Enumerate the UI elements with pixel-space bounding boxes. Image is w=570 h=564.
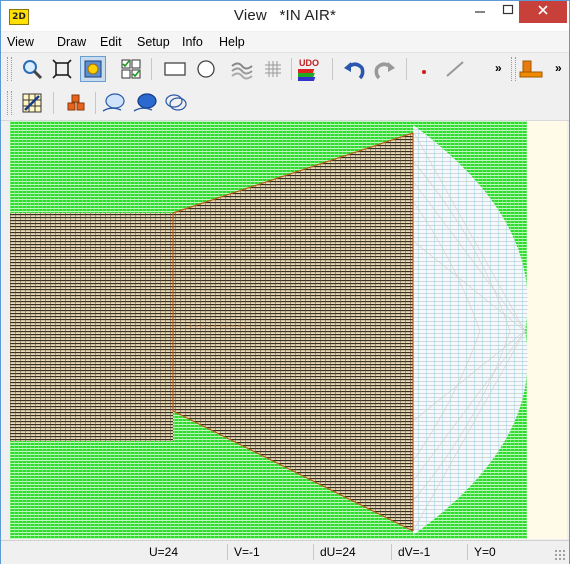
udo-icon: UDO xyxy=(298,58,319,81)
circle-icon xyxy=(197,60,215,78)
checklist-button[interactable] xyxy=(118,56,144,82)
point-button[interactable] xyxy=(411,56,437,82)
main-window: 2D View *IN AIR* View Draw Edit Setup In… xyxy=(0,0,570,564)
status-y: Y=0 xyxy=(467,544,496,560)
undo-icon xyxy=(344,62,365,80)
toolbar-grip[interactable] xyxy=(511,57,516,81)
grid-button[interactable] xyxy=(260,56,286,82)
main-toolbar: UDO » » xyxy=(1,53,569,86)
surface-icon xyxy=(231,62,253,80)
line-button[interactable] xyxy=(442,56,468,82)
zoom-icon xyxy=(23,60,43,80)
menu-draw[interactable]: Draw xyxy=(57,35,86,49)
band-region xyxy=(10,213,173,441)
window-title-mode: *IN AIR* xyxy=(279,7,337,24)
menu-edit[interactable]: Edit xyxy=(100,35,122,49)
window-title-view: View xyxy=(233,7,267,24)
mesh-edit-button[interactable] xyxy=(19,90,45,116)
minimize-icon xyxy=(474,11,485,13)
menu-info[interactable]: Info xyxy=(182,35,203,49)
stack-button[interactable] xyxy=(518,56,544,82)
status-bar: U=24 V=-1 dU=24 dV=-1 Y=0 xyxy=(1,540,569,564)
fit-view-button[interactable] xyxy=(49,56,75,82)
ellipse-overlap-icon xyxy=(165,94,187,111)
resize-grip[interactable] xyxy=(554,549,566,561)
title-bar: 2D View *IN AIR* xyxy=(1,1,569,31)
ellipse-double-button[interactable] xyxy=(132,90,158,116)
toolbar-grip[interactable] xyxy=(7,91,12,115)
maximize-button[interactable] xyxy=(494,1,521,23)
toolbar-separator xyxy=(95,92,96,114)
ellipse-single-icon xyxy=(102,93,125,112)
status-u: U=24 xyxy=(149,545,179,559)
toolbar-overflow[interactable]: » xyxy=(495,61,502,75)
rectangle-icon xyxy=(164,62,186,76)
svg-text:UDO: UDO xyxy=(299,58,319,68)
cubes-icon xyxy=(67,94,85,111)
status-v: V=-1 xyxy=(227,544,260,560)
line-icon xyxy=(446,61,464,77)
drawing-canvas[interactable] xyxy=(10,121,567,539)
close-button[interactable] xyxy=(519,1,567,23)
redo-button[interactable] xyxy=(372,56,398,82)
checklist-icon xyxy=(121,59,141,79)
fit-view-icon xyxy=(52,59,72,79)
rectangle-button[interactable] xyxy=(162,56,188,82)
mesh-edit-icon xyxy=(22,93,42,113)
ellipse-overlap-button[interactable] xyxy=(163,90,189,116)
highlight-icon xyxy=(84,60,102,78)
menu-setup[interactable]: Setup xyxy=(137,35,170,49)
mesh-view[interactable] xyxy=(10,121,567,539)
udo-button[interactable]: UDO xyxy=(298,56,324,82)
secondary-toolbar xyxy=(1,87,569,121)
menu-help[interactable]: Help xyxy=(219,35,245,49)
ellipse-double-icon xyxy=(133,93,157,112)
stack-icon xyxy=(519,60,543,78)
toolbar-separator xyxy=(332,58,333,80)
highlight-button[interactable] xyxy=(80,56,106,82)
redo-icon xyxy=(374,62,395,80)
toolbar-separator xyxy=(53,92,54,114)
toolbar-separator xyxy=(151,58,152,80)
menu-view[interactable]: View xyxy=(7,35,34,49)
grid-icon xyxy=(265,61,281,77)
maximize-icon xyxy=(502,4,513,15)
circle-button[interactable] xyxy=(193,56,219,82)
surface-button[interactable] xyxy=(229,56,255,82)
status-du: dU=24 xyxy=(313,544,356,560)
zoom-button[interactable] xyxy=(19,56,45,82)
toolbar-separator xyxy=(291,58,292,80)
point-icon xyxy=(422,70,426,74)
minimize-button[interactable] xyxy=(466,1,493,23)
toolbar-overflow-2[interactable]: » xyxy=(555,61,562,75)
status-dv: dV=-1 xyxy=(391,544,430,560)
ellipse-single-button[interactable] xyxy=(101,90,127,116)
toolbar-grip[interactable] xyxy=(7,57,12,81)
toolbar-separator xyxy=(406,58,407,80)
undo-button[interactable] xyxy=(341,56,367,82)
close-icon xyxy=(538,5,548,15)
cubes-button[interactable] xyxy=(63,90,89,116)
menu-bar: View Draw Edit Setup Info Help xyxy=(1,32,569,53)
